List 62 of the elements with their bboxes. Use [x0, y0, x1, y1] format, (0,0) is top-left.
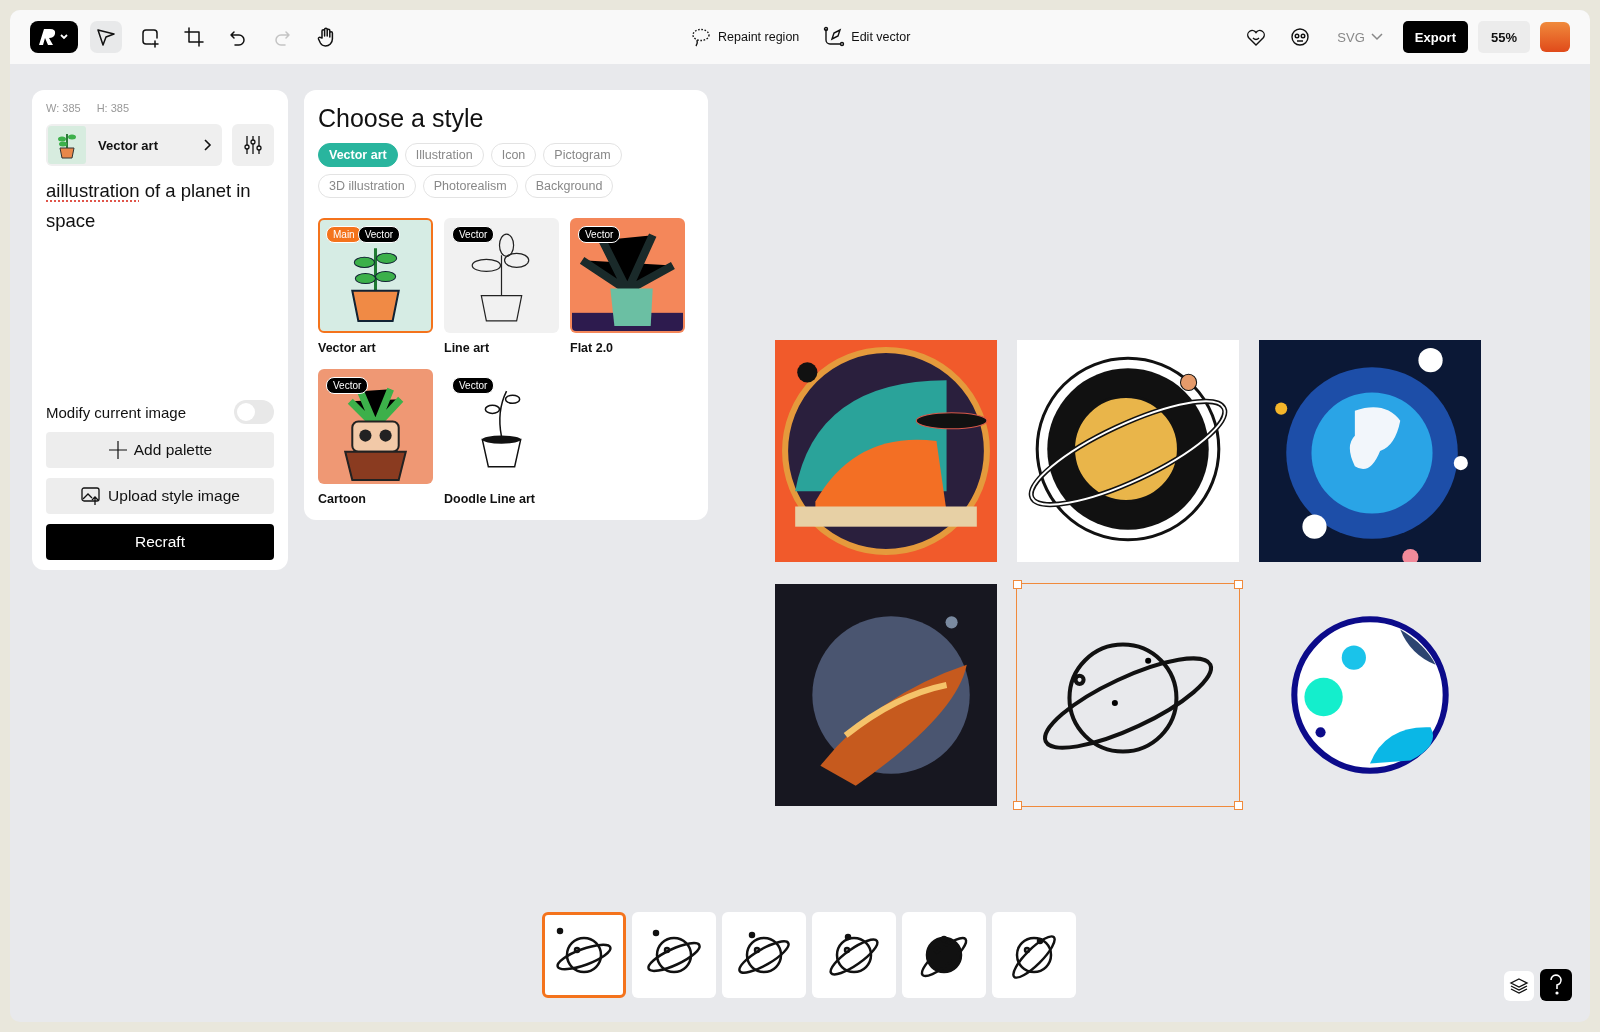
question-mark-icon	[1549, 974, 1563, 996]
style-chip[interactable]: Illustration	[404, 143, 484, 167]
upload-style-image-button[interactable]: Upload style image	[46, 478, 274, 514]
style-name: Flat 2.0	[570, 341, 615, 355]
edit-vector-button[interactable]: Edit vector	[823, 26, 911, 48]
layers-button[interactable]	[1504, 971, 1534, 1001]
style-name: Vector art	[318, 341, 377, 355]
zoom-button[interactable]: 55%	[1478, 21, 1530, 53]
style-chip[interactable]: 3D illustration	[318, 174, 416, 198]
pen-icon	[823, 26, 846, 48]
prompt-field[interactable]: aillustration of a planet in space	[46, 176, 274, 400]
logo-menu-button[interactable]	[30, 21, 78, 53]
style-badge: Main	[326, 226, 362, 243]
add-shape-icon	[139, 26, 161, 48]
style-chip[interactable]: Icon	[490, 143, 537, 167]
select-tool-button[interactable]	[90, 21, 122, 53]
height-label: H: 385	[96, 102, 130, 114]
style-chip[interactable]: Pictogram	[543, 143, 622, 167]
settings-button[interactable]	[232, 124, 274, 166]
style-chip[interactable]: Photorealism	[422, 174, 518, 198]
sliders-icon	[242, 134, 264, 156]
chevron-down-icon	[1370, 33, 1383, 41]
plant-thumbnail	[48, 126, 86, 164]
repaint-region-button[interactable]: Repaint region	[690, 26, 800, 48]
generated-image[interactable]	[775, 340, 997, 562]
style-chip[interactable]: Background	[524, 174, 614, 198]
style-preview[interactable]: Main Vector	[318, 218, 433, 333]
style-preview[interactable]: Vector	[444, 218, 559, 333]
variant-thumbnail[interactable]	[992, 912, 1076, 998]
variant-thumbnail[interactable]	[902, 912, 986, 998]
style-panel-title: Choose a style	[318, 104, 485, 133]
crop-icon	[183, 26, 205, 48]
style-name: Doodle Line art	[444, 492, 536, 506]
variant-thumbnail[interactable]	[722, 912, 806, 998]
width-label: W: 385	[46, 102, 81, 114]
variant-thumbnail[interactable]	[632, 912, 716, 998]
recraft-button[interactable]: Recraft	[46, 524, 274, 560]
style-preview[interactable]: Vector	[318, 369, 433, 484]
style-name: Cartoon	[318, 492, 367, 506]
variant-thumbnail[interactable]	[812, 912, 896, 998]
generated-image[interactable]	[1259, 340, 1481, 562]
format-dropdown[interactable]: SVG	[1327, 29, 1393, 45]
add-palette-button[interactable]: Add palette	[46, 432, 274, 468]
image-upload-icon	[80, 486, 103, 506]
style-selector[interactable]: Vector art	[46, 124, 222, 166]
style-preview[interactable]: Vector	[570, 218, 685, 333]
variant-thumbnail[interactable]	[542, 912, 626, 998]
avatar[interactable]	[1540, 22, 1570, 52]
pointer-icon	[95, 26, 117, 48]
help-button[interactable]	[1540, 969, 1572, 1001]
style-badge: Vector	[357, 226, 401, 243]
style-badge: Vector	[578, 226, 621, 243]
export-button[interactable]: Export	[1402, 21, 1468, 53]
style-badge: Vector	[452, 226, 495, 243]
style-badge: Vector	[326, 377, 369, 394]
style-badge: Vector	[452, 377, 495, 394]
plus-icon	[107, 440, 128, 460]
chevron-right-icon	[202, 139, 212, 151]
style-name: Line art	[444, 341, 491, 355]
layers-icon	[1509, 977, 1529, 995]
modify-label: Modify current image	[46, 403, 187, 421]
lasso-icon	[690, 26, 712, 48]
